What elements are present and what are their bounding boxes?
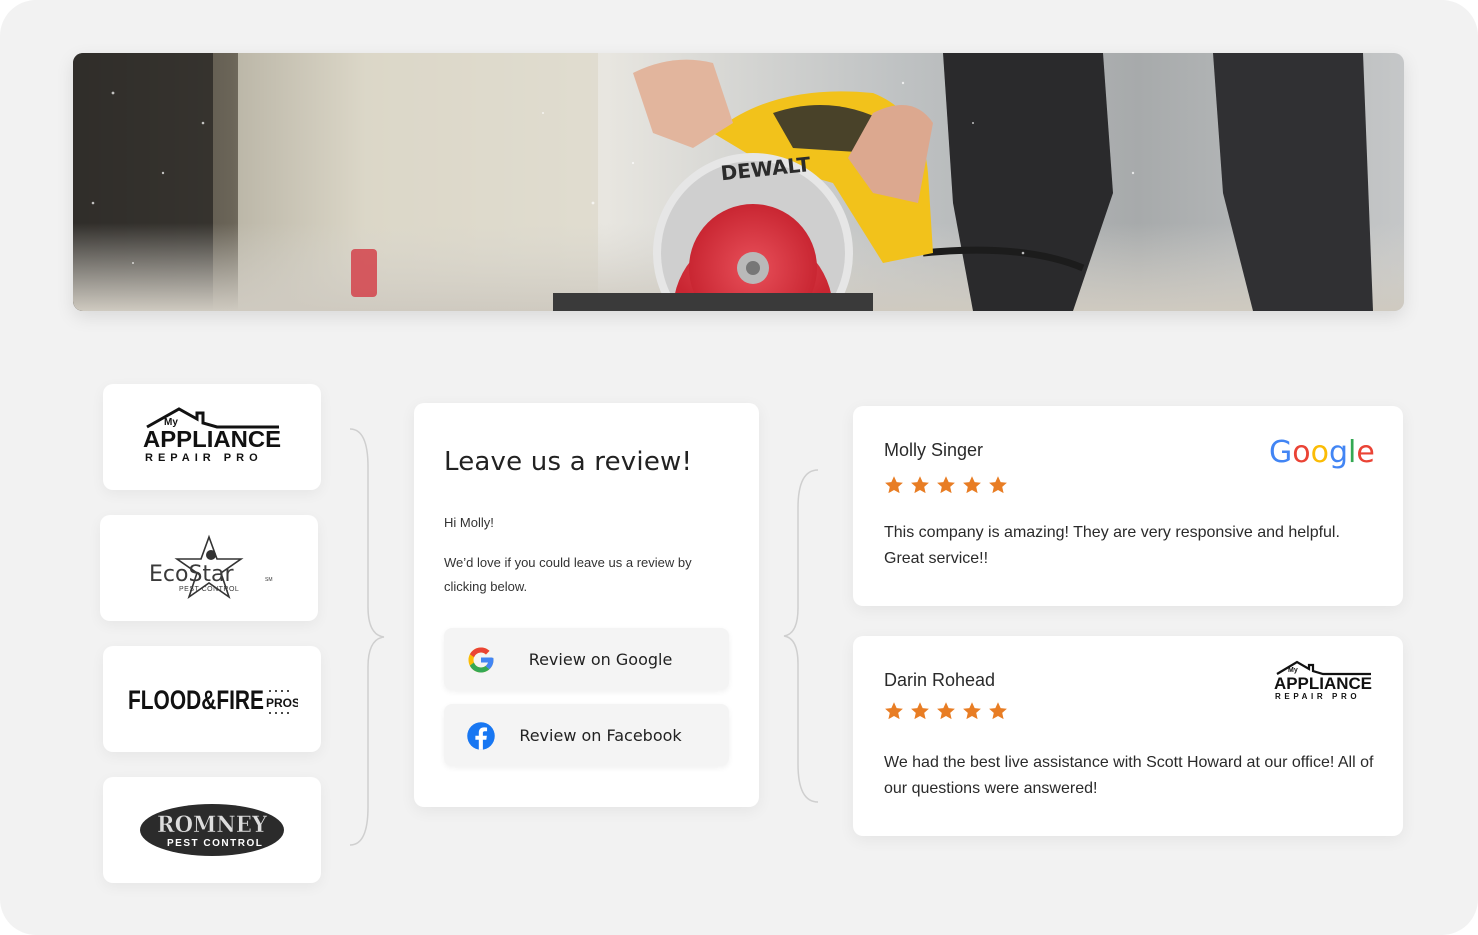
testimonial-card: Darin Rohead We had the best live assist… <box>853 636 1403 836</box>
star-icon <box>963 702 981 720</box>
review-on-google-button[interactable]: Review on Google <box>444 628 729 690</box>
logo-card-flood-fire: FLOOD&FIRE PROS <box>103 646 321 752</box>
svg-text:PROS: PROS <box>266 696 298 710</box>
review-on-google-label: Review on Google <box>528 649 673 669</box>
star-icon <box>937 702 955 720</box>
svg-text:PEST CONTROL: PEST CONTROL <box>167 838 263 849</box>
star-icon <box>963 476 981 494</box>
appliance-repair-pro-logo: My APPLIANCE REPAIR PRO <box>143 407 281 464</box>
review-request-card: Leave us a review! Hi Molly! We’d love i… <box>414 403 759 807</box>
review-text: We had the best live assistance with Sco… <box>884 754 1374 797</box>
google-wordmark: Google <box>1269 435 1375 470</box>
star-icon <box>989 476 1007 494</box>
right-brace <box>783 469 819 803</box>
svg-text:PEST CONTROL: PEST CONTROL <box>179 586 239 593</box>
svg-text:REPAIR PRO: REPAIR PRO <box>1275 692 1360 701</box>
star-icon <box>911 702 929 720</box>
svg-text:SM: SM <box>265 577 273 583</box>
svg-text:FLOOD&FIRE: FLOOD&FIRE <box>128 685 264 715</box>
request-message: We’d love if you could leave us a review… <box>444 555 692 594</box>
page-canvas: DEWALT My APPLIANCE REPAIR PRO EcoStar S… <box>0 0 1478 935</box>
svg-text:My: My <box>1288 667 1298 674</box>
google-wordmark-logo: Google <box>1269 435 1375 470</box>
svg-text:REPAIR PRO: REPAIR PRO <box>145 452 263 464</box>
reviewer-name: Darin Rohead <box>884 670 996 690</box>
star-icon <box>937 476 955 494</box>
svg-text:APPLIANCE: APPLIANCE <box>143 426 281 452</box>
romney-pest-control-logo: ROMNEY PEST CONTROL <box>140 804 284 856</box>
hero-image: DEWALT <box>73 53 1404 311</box>
star-icon <box>885 702 903 720</box>
reviewer-name: Molly Singer <box>884 440 984 460</box>
ecostar-pest-control-logo: EcoStar SM PEST CONTROL <box>149 534 273 600</box>
svg-text:EcoStar: EcoStar <box>149 562 235 587</box>
request-title: Leave us a review! <box>444 447 693 477</box>
request-greeting: Hi Molly! <box>444 515 494 530</box>
logo-card-appliance-repair: My APPLIANCE REPAIR PRO <box>103 384 321 490</box>
review-on-facebook-label: Review on Facebook <box>519 725 682 745</box>
left-brace <box>349 428 385 846</box>
review-text: This company is amazing! They are very r… <box>884 524 1340 567</box>
svg-text:ROMNEY: ROMNEY <box>157 812 267 838</box>
logo-card-ecostar: EcoStar SM PEST CONTROL <box>100 515 318 621</box>
logo-card-romney: ROMNEY PEST CONTROL <box>103 777 321 883</box>
circular-saw-photo: DEWALT <box>73 53 1404 311</box>
appliance-repair-pro-logo: My APPLIANCE REPAIR PRO <box>1274 660 1372 701</box>
svg-text:APPLIANCE: APPLIANCE <box>1274 674 1372 693</box>
star-icon <box>989 702 1007 720</box>
review-on-facebook-button[interactable]: Review on Facebook <box>444 704 729 766</box>
flood-fire-pros-logo: FLOOD&FIRE PROS <box>128 685 298 715</box>
star-rating <box>883 700 1009 722</box>
star-icon <box>885 476 903 494</box>
star-rating <box>883 474 1009 496</box>
star-icon <box>911 476 929 494</box>
testimonial-card: Molly Singer This company is amazing! Th… <box>853 406 1403 606</box>
